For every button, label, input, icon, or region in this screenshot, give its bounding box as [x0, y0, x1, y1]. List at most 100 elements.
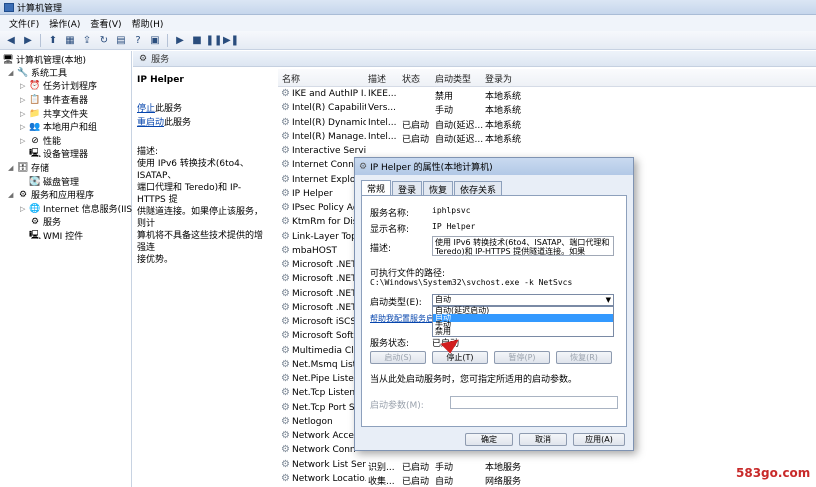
chevron-down-icon: ▼ — [605, 296, 611, 304]
shared-folder-icon: 📁 — [29, 108, 41, 119]
tab-logon[interactable]: 登录 — [392, 181, 423, 196]
cell-name: IKE and AuthIP I... — [292, 89, 366, 99]
tab-recovery[interactable]: 恢复 — [423, 181, 454, 196]
menu-file[interactable]: 文件(F) — [4, 17, 44, 30]
ok-button[interactable]: 确定 — [465, 433, 513, 446]
menu-action[interactable]: 操作(A) — [44, 17, 85, 30]
stop-service-link[interactable]: 停止 — [137, 104, 155, 114]
forward-icon[interactable]: ▶ — [21, 33, 35, 47]
table-row[interactable]: ⚙Intel(R) Dynamic...Intel... 已启动自动(延迟...本… — [278, 116, 816, 131]
service-gear-icon: ⚙ — [281, 301, 290, 313]
help-icon[interactable]: ? — [131, 33, 145, 47]
start-service-icon[interactable]: ▶ — [173, 33, 187, 47]
restart-service-link[interactable]: 重启动 — [137, 118, 164, 128]
cell-name: Intel(R) Dynamic... — [292, 117, 366, 128]
path-value: C:\Windows\System32\svchost.exe -k NetSv… — [370, 278, 573, 287]
tree-item-shared-folders[interactable]: ▷ 📁 共享文件夹 — [20, 107, 88, 121]
performance-icon: ⊘ — [31, 135, 39, 146]
service-gear-icon: ⚙ — [281, 458, 290, 470]
cell-logon: 本地系统 — [485, 92, 522, 102]
tree-item-task-scheduler[interactable]: ▷ ⏰ 任务计划程序 — [20, 79, 97, 93]
start-params-label: 启动参数(M): — [370, 401, 424, 411]
cell-name: Network Locatio... — [292, 473, 366, 484]
description-textbox[interactable]: 使用 IPv6 转换技术(6to4、ISATAP、端口代理和 Teredo)和 … — [432, 236, 614, 256]
startup-type-label: 启动类型(E): — [370, 298, 422, 308]
tree-item-services-apps[interactable]: ◢ ⚙ 服务和应用程序 — [8, 188, 94, 202]
column-name[interactable]: 名称 — [282, 72, 300, 85]
iis-icon: 🌐 — [29, 203, 41, 214]
table-row[interactable]: ⚙Intel(R) Capabilit...Vers... 手动 本地系统 — [278, 101, 816, 117]
resume-button[interactable]: 恢复(R) — [556, 351, 612, 364]
cell-startup: 手动 — [435, 106, 454, 117]
up-folder-icon[interactable]: ⬆ — [46, 33, 60, 47]
selected-service-name: IP Helper — [137, 75, 184, 85]
cell-logon: 本地系统 — [485, 120, 522, 131]
service-gear-icon: ⚙ — [281, 273, 290, 285]
tree-item-local-users[interactable]: ▷ 👥 本地用户和组 — [20, 120, 97, 134]
table-row[interactable]: ⚙ IKE and AuthIP I... IKEE... 禁用 本地系统 — [278, 87, 816, 103]
service-gear-icon: ⚙ — [281, 330, 290, 342]
service-gear-icon: ⚙ — [281, 102, 290, 114]
pause-service-icon[interactable]: ❚❚ — [206, 33, 223, 47]
start-button[interactable]: 启动(S) — [370, 351, 426, 364]
service-gear-icon: ⚙ — [281, 387, 290, 399]
start-params-input[interactable] — [450, 396, 618, 409]
column-status[interactable]: 状态 — [402, 72, 420, 85]
stop-service-icon[interactable]: ■ — [190, 33, 204, 47]
tree-item-wmi[interactable]: 🖳 WMI 控件 — [20, 229, 83, 243]
tree-item-device-manager[interactable]: 🖳 设备管理器 — [20, 147, 88, 161]
service-gear-icon: ⚙ — [281, 373, 290, 384]
column-description[interactable]: 描述 — [368, 72, 386, 85]
pane-icon[interactable]: ▣ — [148, 33, 162, 47]
clock-icon: ⏰ — [29, 80, 41, 91]
table-row[interactable]: ⚙ Intel(R) Manage... Intel... 已启动 自动(延迟... 本地… — [278, 130, 816, 145]
cell-desc: Intel... — [368, 131, 397, 142]
tree-item-storage[interactable]: ◢ 🗄 存储 — [8, 161, 49, 175]
back-icon[interactable]: ◀ — [4, 33, 18, 47]
startup-type-dropdown: 自动(延迟启动) 自动 手动 禁用 — [432, 306, 614, 337]
table-row[interactable]: ⚙Interactive Servi... — [278, 144, 816, 158]
tree-item-iis[interactable]: ▷ 🌐 Internet 信息服务(IIS)管 — [20, 202, 145, 216]
services-pane-header: ⚙ 服务 — [133, 51, 816, 67]
service-gear-icon: ⚙ — [281, 444, 290, 456]
refresh-icon[interactable]: ↻ — [97, 33, 111, 47]
apply-button[interactable]: 应用(A) — [573, 433, 625, 446]
menu-help[interactable]: 帮助(H) — [127, 17, 169, 30]
startup-type-select[interactable]: 自动 ▼ — [432, 294, 614, 306]
display-name-value: IP Helper — [432, 222, 476, 231]
pause-button[interactable]: 暂停(P) — [494, 351, 550, 364]
service-status-label: 服务状态: — [370, 339, 410, 349]
option-disabled[interactable]: 禁用 — [433, 328, 613, 336]
stop-button[interactable]: 停止(T) — [432, 351, 488, 364]
cell-startup: 自动(延迟... — [435, 134, 483, 145]
tree-item-system-tools[interactable]: ◢ 🔧 系统工具 — [8, 66, 67, 80]
menu-bar: 文件(F) 操作(A) 查看(V) 帮助(H) — [0, 15, 816, 31]
tree-item-disk-management[interactable]: 💽 磁盘管理 — [20, 175, 79, 189]
column-logon-as[interactable]: 登录为 — [485, 72, 512, 85]
tree-root[interactable]: 🖥 计算机管理(本地) — [2, 53, 86, 67]
tree-item-services[interactable]: ⚙ 服务 — [20, 215, 61, 229]
cell-desc: Vers... — [368, 103, 396, 114]
properties-icon[interactable]: ▤ — [114, 33, 128, 47]
menu-view[interactable]: 查看(V) — [85, 17, 126, 30]
computer-management-icon — [4, 2, 14, 12]
console-tree-icon[interactable]: ▦ — [63, 33, 77, 47]
restart-service-icon[interactable]: ▶❚ — [223, 33, 239, 47]
service-gear-icon: ⚙ — [281, 401, 290, 413]
service-gear-icon: ⚙ — [281, 316, 290, 327]
service-gear-icon: ⚙ — [281, 344, 290, 356]
service-name-label: 服务名称: — [370, 209, 410, 219]
tab-dependencies[interactable]: 依存关系 — [454, 181, 503, 196]
tree-item-event-viewer[interactable]: ▷ 📋 事件查看器 — [20, 93, 88, 107]
services-apps-icon: ⚙ — [18, 189, 28, 200]
service-gear-icon: ⚙ — [281, 358, 290, 370]
service-gear-icon: ⚙ — [281, 230, 290, 242]
help-configure-link[interactable]: 帮助我配置服务启 — [370, 313, 434, 324]
cancel-button[interactable]: 取消 — [519, 433, 567, 446]
column-startup-type[interactable]: 启动类型 — [435, 72, 471, 85]
export-icon[interactable]: ⇪ — [80, 33, 94, 47]
service-gear-icon: ⚙ — [281, 415, 290, 427]
cell-name: Intel(R) Manage... — [292, 131, 366, 142]
cell-desc: Intel... — [368, 117, 397, 128]
tab-general[interactable]: 常规 — [361, 180, 392, 195]
